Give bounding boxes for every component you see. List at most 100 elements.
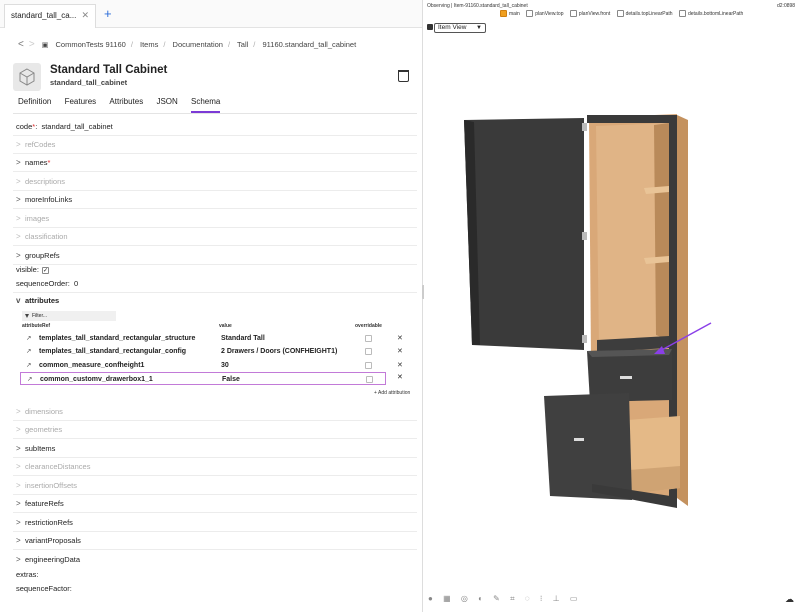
check-icon[interactable]: ◎	[461, 594, 468, 603]
target-icon[interactable]: ◌	[525, 594, 530, 603]
moreinfolinks-row[interactable]: > moreInfoLinks	[13, 191, 417, 210]
breadcrumb-item[interactable]: Tall	[237, 40, 248, 49]
field-label: refCodes	[25, 140, 56, 149]
clearancedistances-row[interactable]: > clearanceDistances	[13, 458, 417, 477]
link-icon[interactable]: ↗	[26, 332, 31, 345]
field-label: featureRefs	[25, 499, 64, 508]
pencil-icon[interactable]: ✎	[493, 594, 500, 603]
tab-definition[interactable]: Definition	[18, 97, 51, 111]
breadcrumb-item[interactable]: Items	[140, 40, 158, 49]
overridable-checkbox[interactable]	[365, 362, 372, 369]
chevron-right-icon: >	[16, 499, 21, 508]
tab-json[interactable]: JSON	[156, 97, 177, 111]
attribute-ref[interactable]: common_measure_confheight1	[39, 359, 144, 372]
field-label: restrictionRefs	[25, 518, 73, 527]
descriptions-row[interactable]: > descriptions	[13, 173, 417, 192]
refcodes-row[interactable]: > refCodes	[13, 136, 417, 155]
attribute-value[interactable]: 2 Drawers / Doors (CONFHEIGHT1)	[221, 345, 337, 358]
editor-panel: standard_tall_ca... ✕ + < > ▣ CommonTests …	[0, 0, 423, 612]
field-label: sequenceFactor:	[16, 584, 72, 593]
geometries-row[interactable]: > geometries	[13, 421, 417, 440]
attribute-value[interactable]: 30	[221, 359, 229, 372]
overridable-checkbox[interactable]	[365, 335, 372, 342]
tab-features[interactable]: Features	[65, 97, 97, 111]
attribute-ref[interactable]: templates_tall_standard_rectangular_stru…	[39, 332, 195, 345]
breadcrumb-item[interactable]: Documentation	[173, 40, 223, 49]
link-icon[interactable]: ↗	[26, 359, 31, 372]
schema-tabs: Definition Features Attributes JSON Sche…	[18, 97, 231, 113]
chevron-right-icon: >	[16, 407, 21, 416]
measure-icon[interactable]: ⌗	[510, 594, 515, 603]
filter-input[interactable]: Filter...	[22, 311, 116, 321]
cabinet-3d-view[interactable]	[424, 0, 803, 612]
restrictionrefs-row[interactable]: > restrictionRefs	[13, 514, 417, 533]
hierarchy-icon[interactable]: ⊥	[553, 594, 560, 603]
back-icon[interactable]: <	[18, 39, 24, 50]
chevron-right-icon: >	[16, 214, 21, 223]
drawer-handle	[574, 438, 584, 441]
field-label: insertionOffsets	[25, 481, 77, 490]
forward-icon[interactable]: >	[29, 39, 35, 50]
delete-icon[interactable]	[398, 70, 409, 82]
sequenceorder-value[interactable]: 0	[74, 279, 78, 288]
document-tab[interactable]: standard_tall_ca... ✕	[4, 4, 96, 28]
table-row: ↗ common_measure_confheight1 30 ✕	[20, 359, 415, 372]
add-attribution-button[interactable]: + Add attribution	[374, 390, 410, 396]
overridable-checkbox[interactable]	[366, 376, 373, 383]
breadcrumb-item[interactable]: 91160.standard_tall_cabinet	[262, 40, 356, 49]
table-row: ↗ templates_tall_standard_rectangular_str…	[20, 332, 415, 345]
tab-schema[interactable]: Schema	[191, 97, 221, 113]
screenshot-icon[interactable]: ▭	[570, 594, 578, 603]
dimensions-row[interactable]: > dimensions	[13, 403, 417, 422]
overridable-checkbox[interactable]	[365, 348, 372, 355]
chevron-right-icon: >	[16, 158, 21, 167]
link-icon[interactable]: ↗	[27, 373, 32, 386]
field-label: visible:	[16, 265, 39, 274]
tab-title: standard_tall_ca...	[11, 11, 77, 20]
classification-row[interactable]: > classification	[13, 228, 417, 247]
subitems-row[interactable]: > subItems	[13, 440, 417, 459]
drawer-handle	[620, 376, 632, 379]
attribute-value[interactable]: False	[222, 373, 240, 386]
field-label: names	[25, 158, 48, 167]
code-value[interactable]: standard_tall_cabinet	[41, 122, 112, 131]
link-icon[interactable]: ↗	[26, 345, 31, 358]
tab-attributes[interactable]: Attributes	[109, 97, 143, 111]
field-label: groupRefs	[25, 251, 60, 260]
insertionoffsets-row[interactable]: > insertionOffsets	[13, 477, 417, 496]
chevron-right-icon: >	[16, 518, 21, 527]
remove-icon[interactable]: ✕	[397, 332, 403, 345]
frame-top	[587, 115, 677, 123]
layers-icon[interactable]: ◐	[478, 594, 483, 603]
palette-icon[interactable]: ●	[428, 594, 433, 603]
chevron-right-icon: >	[16, 481, 21, 490]
col-header-value: value	[219, 323, 232, 329]
names-row[interactable]: > names*	[13, 154, 417, 173]
new-tab-icon[interactable]: +	[104, 6, 112, 21]
attribute-ref[interactable]: common_customv_drawerbox1_1	[40, 373, 153, 386]
chevron-right-icon: >	[16, 195, 21, 204]
cloud-download-icon[interactable]: ☁	[785, 594, 794, 605]
sequencefactor-row: sequenceFactor:	[13, 580, 417, 598]
dots-icon[interactable]: ⁝	[540, 594, 543, 603]
code-row: code*: standard_tall_cabinet	[13, 118, 417, 137]
chevron-right-icon: >	[16, 232, 21, 241]
variantproposals-row[interactable]: > variantProposals	[13, 532, 417, 551]
attributes-row[interactable]: v attributes	[13, 292, 417, 310]
images-row[interactable]: > images	[13, 210, 417, 229]
visible-checkbox[interactable]: ✓	[41, 266, 49, 274]
remove-icon[interactable]: ✕	[397, 359, 403, 372]
grid-icon[interactable]: ▦	[443, 594, 451, 603]
breadcrumb: < > ▣ CommonTests 91160/ Items / Documenta…	[18, 39, 357, 50]
code-label: code	[16, 122, 33, 131]
remove-icon[interactable]: ✕	[397, 345, 403, 358]
attribute-value[interactable]: Standard Tall	[221, 332, 265, 345]
close-tab-icon[interactable]: ✕	[81, 10, 89, 21]
field-label: moreInfoLinks	[25, 195, 73, 204]
attribute-ref[interactable]: templates_tall_standard_rectangular_conf…	[39, 345, 186, 358]
featurerefs-row[interactable]: > featureRefs	[13, 495, 417, 514]
chevron-right-icon: >	[16, 140, 21, 149]
chevron-right-icon: >	[16, 177, 21, 186]
remove-icon[interactable]: ✕	[397, 373, 403, 381]
breadcrumb-item[interactable]: CommonTests 91160	[56, 40, 126, 49]
